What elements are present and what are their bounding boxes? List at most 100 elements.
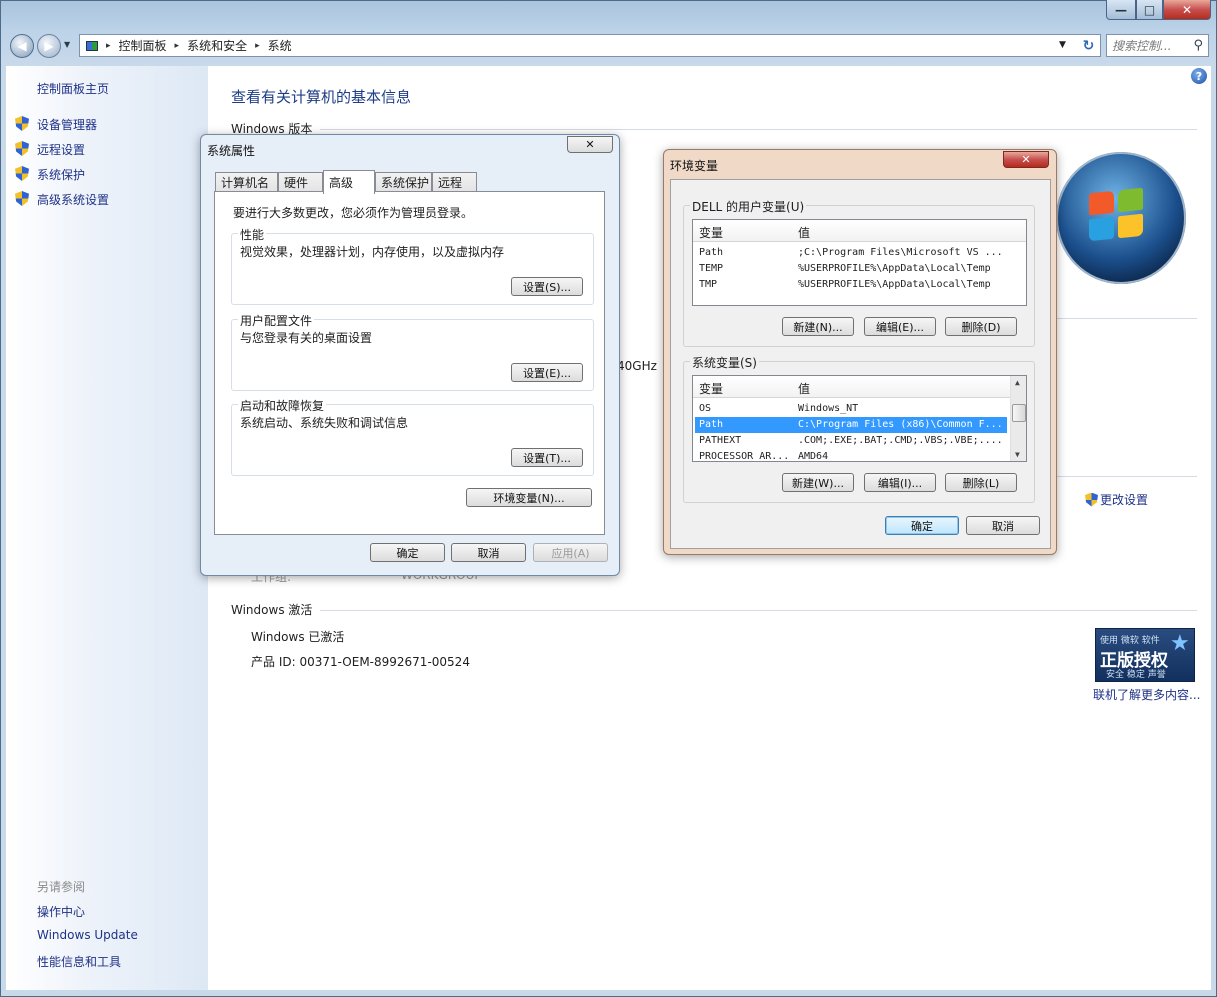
genuine-microsoft-badge: 使用 微软 软件 正版授权 安全 稳定 声誉 ★ [1095, 628, 1195, 682]
section-divider [1056, 476, 1197, 477]
scroll-thumb[interactable] [1012, 404, 1026, 422]
column-variable[interactable]: 变量 [699, 380, 723, 397]
scroll-down-icon[interactable]: ▼ [1015, 450, 1020, 459]
section-divider [320, 610, 1197, 611]
forward-arrow-icon[interactable]: ▶ [37, 34, 61, 58]
change-settings-label: 更改设置 [1100, 493, 1149, 507]
user-delete-button[interactable]: 删除(D) [945, 317, 1017, 336]
performance-label: 性能 [238, 226, 267, 243]
minimize-button[interactable]: — [1106, 0, 1136, 20]
uac-shield-icon [15, 166, 29, 181]
tab-computer-name[interactable]: 计算机名 [215, 172, 278, 192]
column-variable[interactable]: 变量 [699, 224, 723, 241]
tab-strip: 计算机名 硬件 高级 系统保护 远程 [215, 170, 480, 194]
device-manager-link[interactable]: 设备管理器 [37, 116, 97, 133]
admin-note: 要进行大多数更改，您必须作为管理员登录。 [233, 206, 474, 220]
user-variables-list[interactable]: 变量 值 Path ;C:\Program Files\Microsoft VS… [692, 219, 1027, 306]
close-icon[interactable]: ✕ [567, 136, 613, 153]
apply-button[interactable]: 应用(A) [533, 543, 608, 562]
startup-recovery-group: 启动和故障恢复 系统启动、系统失败和调试信息 设置(T)... [231, 397, 594, 476]
maximize-button[interactable]: □ [1136, 0, 1163, 20]
system-protection-link[interactable]: 系统保护 [37, 166, 85, 183]
user-profiles-label: 用户配置文件 [238, 312, 315, 329]
refresh-icon[interactable]: ↻ [1076, 34, 1101, 57]
action-center-link[interactable]: 操作中心 [37, 903, 85, 920]
list-header: 变量 值 [693, 220, 1026, 242]
uac-shield-icon [15, 141, 29, 156]
performance-tools-link[interactable]: 性能信息和工具 [37, 953, 121, 970]
advanced-system-settings-link[interactable]: 高级系统设置 [37, 191, 109, 208]
search-placeholder: 搜索控制... [1112, 39, 1172, 53]
processor-speed-text: 40GHz [617, 359, 657, 373]
product-id: 产品 ID: 00371-OEM-8992671-00524 [251, 655, 470, 669]
user-edit-button[interactable]: 编辑(E)... [864, 317, 936, 336]
environment-variables-button[interactable]: 环境变量(N)... [466, 488, 592, 507]
performance-group: 性能 视觉效果，处理器计划，内存使用，以及虚拟内存 设置(S)... [231, 226, 594, 305]
user-profiles-group: 用户配置文件 与您登录有关的桌面设置 设置(E)... [231, 312, 594, 391]
address-dropdown-icon[interactable]: ▼ [1059, 40, 1066, 50]
scrollbar[interactable]: ▲ ▼ [1010, 376, 1026, 461]
learn-more-link[interactable]: 联机了解更多内容... [1093, 686, 1200, 703]
cancel-button[interactable]: 取消 [966, 516, 1040, 535]
page-title: 查看有关计算机的基本信息 [231, 88, 412, 106]
environment-variables-dialog: 环境变量 ✕ DELL 的用户变量(U) 变量 值 Path ;C:\Progr… [663, 149, 1057, 555]
uac-shield-icon [15, 116, 29, 131]
table-row-selected[interactable]: Path C:\Program Files (x86)\Common F... [695, 417, 1007, 433]
change-settings-link[interactable]: 更改设置 [1085, 491, 1148, 508]
address-bar[interactable]: ▸ 控制面板 ▸ 系统和安全 ▸ 系统 [79, 34, 1101, 57]
ok-button[interactable]: 确定 [885, 516, 959, 535]
table-row[interactable]: PATHEXT .COM;.EXE;.BAT;.CMD;.VBS;.VBE;..… [695, 433, 1007, 449]
table-row[interactable]: Path ;C:\Program Files\Microsoft VS ... [695, 245, 1009, 261]
control-panel-home-link[interactable]: 控制面板主页 [37, 80, 109, 97]
control-panel-icon [86, 40, 98, 51]
tab-advanced[interactable]: 高级 [323, 170, 375, 194]
column-value[interactable]: 值 [798, 224, 810, 241]
breadcrumb-separator-icon: ▸ [255, 40, 260, 51]
search-icon[interactable]: ⚲ [1193, 38, 1203, 53]
genuine-sub-text: 安全 稳定 声誉 [1106, 670, 1166, 680]
column-value[interactable]: 值 [798, 380, 810, 397]
breadcrumb-system-security[interactable]: 系统和安全 [187, 37, 247, 54]
windows-update-link[interactable]: Windows Update [37, 928, 138, 942]
star-icon: ★ [1170, 631, 1190, 656]
system-variables-list[interactable]: 变量 值 OS Windows_NT Path C:\Program Files… [692, 375, 1027, 462]
table-row[interactable]: TEMP %USERPROFILE%\AppData\Local\Temp [695, 261, 1009, 277]
performance-settings-button[interactable]: 设置(S)... [511, 277, 583, 296]
system-new-button[interactable]: 新建(W)... [782, 473, 854, 492]
startup-recovery-description: 系统启动、系统失败和调试信息 [240, 416, 409, 430]
back-arrow-icon[interactable]: ◀ [10, 34, 34, 58]
history-dropdown-icon[interactable]: ▼ [64, 40, 70, 49]
breadcrumb-control-panel[interactable]: 控制面板 [119, 37, 167, 54]
title-bar[interactable] [0, 0, 1217, 28]
user-profiles-description: 与您登录有关的桌面设置 [240, 331, 373, 345]
user-new-button[interactable]: 新建(N)... [782, 317, 854, 336]
system-delete-button[interactable]: 删除(L) [945, 473, 1017, 492]
help-icon[interactable]: ? [1191, 68, 1207, 84]
startup-recovery-settings-button[interactable]: 设置(T)... [511, 448, 583, 467]
windows-activation-heading: Windows 激活 [231, 603, 313, 617]
system-variables-label: 系统变量(S) [690, 354, 759, 371]
see-also-heading: 另请参阅 [37, 880, 86, 894]
env-dialog-body: DELL 的用户变量(U) 变量 值 Path ;C:\Program File… [670, 179, 1051, 549]
breadcrumb-system[interactable]: 系统 [268, 37, 292, 54]
tab-hardware[interactable]: 硬件 [278, 172, 323, 192]
cancel-button[interactable]: 取消 [451, 543, 526, 562]
tab-remote[interactable]: 远程 [432, 172, 477, 192]
remote-settings-link[interactable]: 远程设置 [37, 141, 85, 158]
left-nav-pane: 控制面板主页 设备管理器 远程设置 系统保护 高级系统设置 另请参阅 操作中心 … [6, 66, 208, 990]
breadcrumb-separator-icon: ▸ [106, 40, 111, 51]
user-variables-label: DELL 的用户变量(U) [690, 198, 807, 215]
tab-system-protection[interactable]: 系统保护 [375, 172, 432, 192]
system-edit-button[interactable]: 编辑(I)... [864, 473, 936, 492]
windows-logo-icon [1056, 152, 1186, 284]
user-profiles-settings-button[interactable]: 设置(E)... [511, 363, 583, 382]
scroll-up-icon[interactable]: ▲ [1015, 378, 1020, 387]
ok-button[interactable]: 确定 [370, 543, 445, 562]
genuine-top-text: 使用 微软 软件 [1100, 636, 1160, 646]
close-icon[interactable]: ✕ [1003, 151, 1049, 168]
table-row[interactable]: OS Windows_NT [695, 401, 1007, 417]
search-input[interactable]: 搜索控制... ⚲ [1106, 34, 1209, 57]
table-row[interactable]: PROCESSOR_AR... AMD64 [695, 449, 1007, 461]
close-button[interactable]: ✕ [1163, 0, 1211, 20]
table-row[interactable]: TMP %USERPROFILE%\AppData\Local\Temp [695, 277, 1009, 293]
